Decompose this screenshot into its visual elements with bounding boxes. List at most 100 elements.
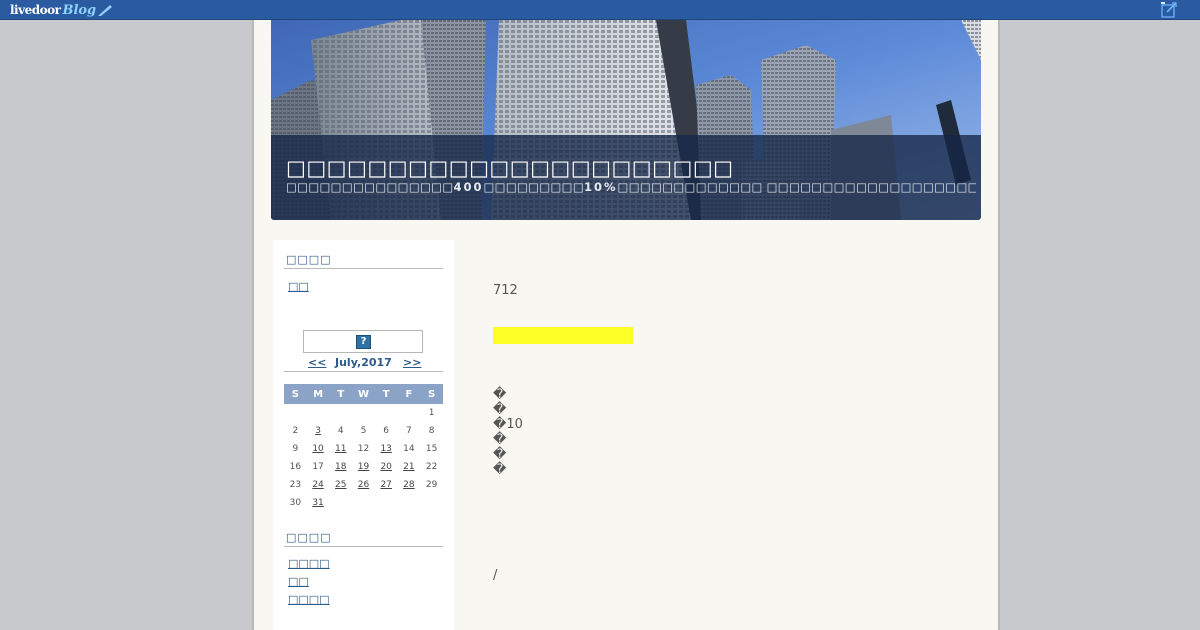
calendar-day-cell: 15 [420, 440, 443, 458]
calendar-weekday: T [329, 384, 353, 404]
calendar-day: 2 [292, 426, 299, 436]
calendar-weekday: T [374, 384, 398, 404]
broken-image-icon: ? [356, 335, 371, 349]
calendar-body: 1 2 3 4 5 6 7 8 9 10 11 12 13 14 15 16 17 18 19 20 21 22 23 24 2… [284, 404, 443, 512]
sidebar: □□□□ □□ ? << July,2017 >> SMTWTFS 123456… [273, 240, 454, 630]
post-line: � [493, 432, 507, 447]
livedoor-blog-logo[interactable]: livedoor Blog [10, 1, 113, 19]
calendar-day-cell: 12 [352, 440, 375, 458]
calendar-day-link[interactable]: 27 [380, 480, 391, 490]
calendar-weekday: S [420, 384, 443, 404]
calendar-day-cell: 1 [420, 404, 443, 422]
edit-icon[interactable] [1161, 2, 1178, 18]
calendar-day-cell [352, 494, 375, 512]
calendar-day: 15 [425, 444, 438, 454]
calendar-image-box: ? [303, 330, 423, 353]
calendar-day-cell: 3 [307, 422, 330, 440]
calendar-weekday: S [284, 384, 307, 404]
description-part: □□□□□□□□□□□□□ □□□□□□□□□□□□□□□□□□□□□□□□□□… [617, 180, 976, 194]
calendar-weekday: M [306, 384, 330, 404]
calendar-day-link[interactable]: 24 [312, 480, 323, 490]
pen-icon [98, 5, 113, 16]
calendar-nav: << July,2017 >> [284, 356, 443, 372]
calendar-day-cell: 16 [284, 458, 307, 476]
calendar-day: 9 [292, 444, 299, 454]
calendar-day-cell: 2 [284, 422, 307, 440]
calendar-day-cell: 4 [329, 422, 352, 440]
calendar-day-link[interactable]: 3 [315, 426, 321, 436]
calendar-day: 7 [406, 426, 412, 436]
calendar-day-cell: 31 [307, 494, 330, 512]
description-number: 10% [584, 180, 618, 194]
post-line: � [493, 462, 507, 477]
calendar-day: 6 [383, 426, 390, 436]
calendar-day-cell: 7 [398, 422, 421, 440]
calendar-day-cell: 5 [352, 422, 375, 440]
calendar-week-row: 9 10 11 12 13 14 15 [284, 440, 443, 458]
calendar-day-cell: 14 [398, 440, 421, 458]
sidebar-link[interactable]: □□□□ [288, 593, 330, 606]
post-line: � [493, 447, 507, 462]
calendar-next-link[interactable]: >> [403, 356, 421, 369]
calendar-day-link[interactable]: 20 [380, 462, 391, 472]
sidebar-heading-1: □□□□ [284, 253, 443, 269]
calendar-day-cell: 25 [329, 476, 352, 494]
blog-title[interactable]: □□□□□□□□□□□□□□□□□□□□□□ [286, 156, 734, 180]
calendar-day-cell: 10 [307, 440, 330, 458]
calendar-day-cell: 6 [375, 422, 398, 440]
sidebar-link[interactable]: □□□□ [288, 557, 330, 570]
logo-suffix: Blog [62, 2, 97, 18]
calendar-weekday-row: SMTWTFS [284, 384, 443, 404]
calendar-day-cell: 19 [352, 458, 375, 476]
calendar-day-cell: 26 [352, 476, 375, 494]
calendar-day: 5 [360, 426, 367, 436]
calendar-day-link[interactable]: 31 [312, 498, 323, 508]
description-part: □□□□□□□□□ [483, 180, 584, 194]
calendar-day-link[interactable]: 11 [335, 444, 346, 454]
calendar-day-link[interactable]: 25 [335, 480, 346, 490]
calendar-day-cell: 17 [307, 458, 330, 476]
calendar-day: 22 [425, 462, 438, 472]
calendar-day: 16 [289, 462, 302, 472]
sidebar-link[interactable]: □□ [288, 280, 309, 293]
blog-description: □□□□□□□□□□□□□□□400□□□□□□□□□10%□□□□□□□□□□… [286, 180, 976, 194]
post-footer: / [493, 568, 498, 583]
calendar-day-cell [329, 494, 352, 512]
calendar-day-cell: 18 [329, 458, 352, 476]
calendar-day-cell [375, 404, 398, 422]
calendar-day-cell [420, 494, 443, 512]
calendar-day-cell: 30 [284, 494, 307, 512]
calendar-month: July,2017 [335, 356, 392, 369]
calendar-week-row: 16 17 18 19 20 21 22 [284, 458, 443, 476]
post-line: � [493, 387, 507, 402]
calendar-day-cell: 23 [284, 476, 307, 494]
calendar-day-link[interactable]: 21 [403, 462, 414, 472]
description-number: 400 [453, 180, 484, 194]
calendar-day-link[interactable]: 28 [403, 480, 414, 490]
calendar-day: 14 [403, 444, 415, 454]
top-bar: livedoor Blog [0, 0, 1200, 20]
calendar-day-cell [375, 494, 398, 512]
calendar-day-cell [398, 404, 421, 422]
calendar-day: 4 [337, 426, 344, 436]
calendar-prev-link[interactable]: << [308, 356, 326, 369]
sidebar-link[interactable]: □□ [288, 575, 309, 588]
calendar-day-cell [352, 404, 375, 422]
calendar-day: 12 [357, 444, 370, 454]
calendar-day-cell: 27 [375, 476, 398, 494]
calendar-day-link[interactable]: 26 [358, 480, 369, 490]
calendar-day-cell: 22 [420, 458, 443, 476]
calendar-day-link[interactable]: 10 [312, 444, 323, 454]
calendar-day-link[interactable]: 19 [358, 462, 369, 472]
calendar-day-link[interactable]: 18 [335, 462, 346, 472]
calendar-week-row: 2 3 4 5 6 7 8 [284, 422, 443, 440]
post-line: �10 [493, 417, 523, 432]
calendar-day: 23 [289, 480, 302, 490]
calendar-day-link[interactable]: 13 [380, 444, 391, 454]
highlight-bar [493, 327, 633, 344]
calendar-weekday: F [397, 384, 421, 404]
logo-text: livedoor [10, 3, 61, 17]
calendar-table: SMTWTFS 1 2 3 4 5 6 7 8 9 10 11 12 13 14 15 16 17 18 19 20 2… [284, 384, 443, 512]
calendar-day-cell: 24 [307, 476, 330, 494]
calendar-week-row: 30 31 [284, 494, 443, 512]
